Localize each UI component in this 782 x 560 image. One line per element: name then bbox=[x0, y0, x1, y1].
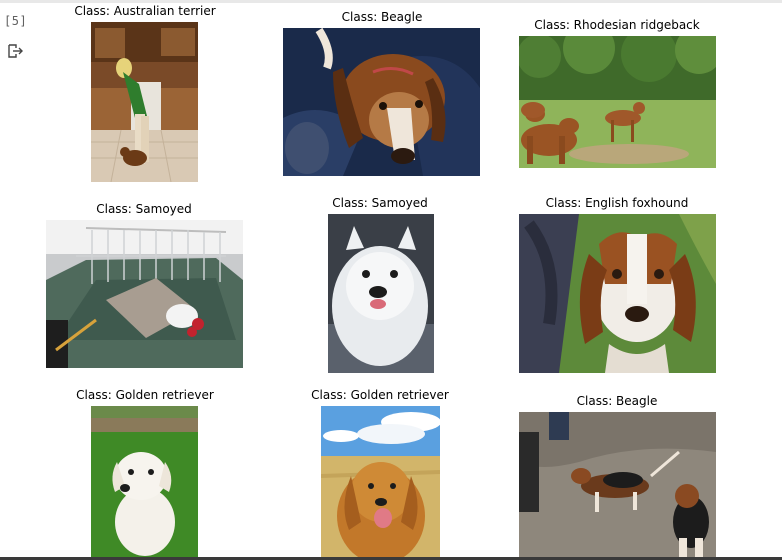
image-tile: Class: Beagle bbox=[282, 8, 482, 180]
image-title: Class: Beagle bbox=[341, 10, 423, 24]
dog-photo bbox=[91, 22, 198, 182]
image-tile: Class: Samoyed bbox=[44, 200, 244, 372]
image-tile: Class: Australian terrier bbox=[60, 2, 230, 184]
dog-painting bbox=[519, 214, 716, 373]
image-tile: Class: Rhodesian ridgeback bbox=[515, 16, 719, 172]
image-title: Class: Rhodesian ridgeback bbox=[534, 18, 700, 32]
image-grid: Class: Australian terrier Class: Beagle bbox=[0, 0, 782, 560]
image-title: Class: English foxhound bbox=[545, 196, 689, 210]
dog-photo bbox=[46, 220, 243, 368]
image-title: Class: Samoyed bbox=[96, 202, 192, 216]
image-title: Class: Australian terrier bbox=[74, 4, 216, 18]
dog-photo bbox=[91, 406, 198, 558]
dog-photo bbox=[328, 214, 434, 373]
image-title: Class: Golden retriever bbox=[76, 388, 214, 402]
image-tile: Class: Golden retriever bbox=[300, 386, 460, 560]
image-tile: Class: Samoyed bbox=[300, 194, 460, 378]
dog-photo bbox=[519, 36, 716, 168]
dog-photo bbox=[321, 406, 440, 558]
image-title: Class: Beagle bbox=[576, 394, 658, 408]
image-tile: Class: Golden retriever bbox=[60, 386, 230, 560]
image-title: Class: Samoyed bbox=[332, 196, 428, 210]
image-tile: Class: English foxhound bbox=[516, 194, 718, 374]
image-title: Class: Golden retriever bbox=[311, 388, 449, 402]
dog-photo bbox=[519, 412, 716, 560]
image-tile: Class: Beagle bbox=[516, 392, 718, 560]
dog-photo bbox=[283, 28, 480, 176]
